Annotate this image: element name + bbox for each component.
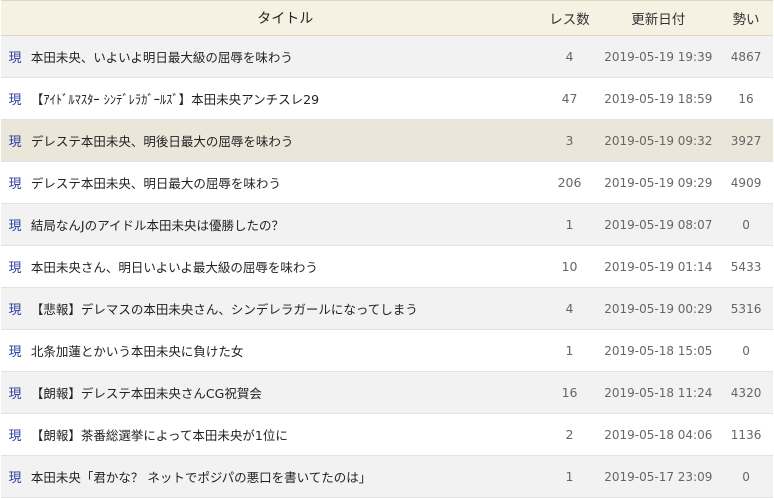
thread-res-count: 4	[565, 301, 574, 316]
thread-title-link[interactable]: 本田未央さん、明日いよいよ最大級の屈辱を味わう	[29, 257, 542, 276]
thread-title-link[interactable]: デレステ本田未央、明後日最大の屈辱を味わう	[29, 131, 542, 150]
thread-updated-date: 2019-05-19 09:29	[604, 175, 713, 190]
thread-row[interactable]: 現 デレステ本田未央、明日最大の屈辱を味わう 206 2019-05-19 09…	[1, 162, 773, 204]
thread-momentum: 4320	[730, 385, 762, 400]
thread-row[interactable]: 現 結局なんJのアイドル本田未央は優勝したの？ 1 2019-05-19 08:…	[1, 204, 773, 246]
thread-momentum: 4867	[730, 49, 762, 64]
thread-row[interactable]: 現 【朗報】デレステ本田未央さんCG祝賀会 16 2019-05-18 11:2…	[1, 372, 773, 414]
thread-title-link[interactable]: 北条加蓮とかいう本田未央に負けた女	[29, 341, 542, 360]
thread-momentum: 5433	[730, 259, 762, 274]
thread-res-count: 16	[561, 385, 578, 400]
thread-row[interactable]: 現 デレステ本田未央、明後日最大の屈辱を味わう 3 2019-05-19 09:…	[1, 120, 773, 162]
thread-momentum: 0	[742, 469, 750, 484]
thread-momentum: 0	[742, 343, 750, 358]
thread-row[interactable]: 現 北条加蓮とかいう本田未央に負けた女 1 2019-05-18 15:05 0	[1, 330, 773, 372]
thread-status-link[interactable]: 現	[1, 47, 29, 66]
thread-status-link[interactable]: 現	[1, 215, 29, 234]
thread-title-link[interactable]: 本田未央「君かな？ ネットでポジパの悪口を書いてたのは」	[29, 467, 542, 486]
thread-row[interactable]: 現 本田未央「君かな？ ネットでポジパの悪口を書いてたのは」 1 2019-05…	[1, 456, 773, 498]
header-updated[interactable]: 更新日付	[597, 8, 719, 28]
thread-updated-date: 2019-05-19 09:32	[604, 133, 713, 148]
thread-updated-date: 2019-05-19 01:14	[604, 259, 713, 274]
thread-updated-date: 2019-05-19 19:39	[604, 49, 713, 64]
thread-row[interactable]: 現 【朗報】茶番総選挙によって本田未央が1位に 2 2019-05-18 04:…	[1, 414, 773, 456]
thread-title-link[interactable]: デレステ本田未央、明日最大の屈辱を味わう	[29, 173, 542, 192]
thread-updated-date: 2019-05-18 15:05	[604, 343, 713, 358]
thread-row[interactable]: 現 本田未央、いよいよ明日最大級の屈辱を味わう 4 2019-05-19 19:…	[1, 36, 773, 78]
header-momentum[interactable]: 勢い	[719, 8, 773, 28]
thread-momentum: 16	[738, 91, 754, 106]
thread-status-link[interactable]: 現	[1, 341, 29, 360]
thread-res-count: 1	[565, 217, 574, 232]
thread-updated-date: 2019-05-17 23:09	[604, 469, 713, 484]
thread-res-count: 3	[565, 133, 574, 148]
thread-momentum: 5316	[730, 301, 762, 316]
thread-updated-date: 2019-05-18 11:24	[604, 385, 713, 400]
thread-updated-date: 2019-05-19 00:29	[604, 301, 713, 316]
thread-updated-date: 2019-05-19 18:59	[604, 91, 713, 106]
thread-list-table: タイトル レス数 更新日付 勢い 現 本田未央、いよいよ明日最大級の屈辱を味わう…	[1, 0, 773, 498]
thread-status-link[interactable]: 現	[1, 89, 29, 108]
thread-momentum: 3927	[730, 133, 762, 148]
header-title[interactable]: タイトル	[29, 8, 542, 28]
thread-momentum: 0	[742, 217, 750, 232]
thread-res-count: 47	[561, 91, 578, 106]
thread-status-link[interactable]: 現	[1, 425, 29, 444]
thread-title-link[interactable]: 【朗報】デレステ本田未央さんCG祝賀会	[29, 383, 542, 402]
thread-status-link[interactable]: 現	[1, 299, 29, 318]
table-header: タイトル レス数 更新日付 勢い	[1, 1, 773, 36]
thread-status-link[interactable]: 現	[1, 467, 29, 486]
thread-res-count: 4	[565, 49, 574, 64]
thread-status-link[interactable]: 現	[1, 383, 29, 402]
thread-title-link[interactable]: 【悲報】デレマスの本田未央さん、シンデレラガールになってしまう	[29, 299, 542, 318]
thread-res-count: 1	[565, 469, 574, 484]
thread-updated-date: 2019-05-19 08:07	[604, 217, 713, 232]
thread-res-count: 206	[557, 175, 582, 190]
thread-row[interactable]: 現 【ｱｲﾄﾞﾙﾏｽﾀｰ ｼﾝﾃﾞﾚﾗｶﾞｰﾙｽﾞ】本田未央アンチスレ29 47…	[1, 78, 773, 120]
thread-res-count: 10	[561, 259, 578, 274]
thread-title-link[interactable]: 【朗報】茶番総選挙によって本田未央が1位に	[29, 425, 542, 444]
thread-res-count: 1	[565, 343, 574, 358]
thread-updated-date: 2019-05-18 04:06	[604, 427, 713, 442]
thread-momentum: 4909	[730, 175, 762, 190]
thread-title-link[interactable]: 結局なんJのアイドル本田未央は優勝したの？	[29, 215, 542, 234]
thread-status-link[interactable]: 現	[1, 257, 29, 276]
thread-title-link[interactable]: 本田未央、いよいよ明日最大級の屈辱を味わう	[29, 47, 542, 66]
header-res-count[interactable]: レス数	[542, 8, 598, 28]
thread-res-count: 2	[565, 427, 574, 442]
thread-title-link[interactable]: 【ｱｲﾄﾞﾙﾏｽﾀｰ ｼﾝﾃﾞﾚﾗｶﾞｰﾙｽﾞ】本田未央アンチスレ29	[29, 89, 542, 108]
thread-row[interactable]: 現 【悲報】デレマスの本田未央さん、シンデレラガールになってしまう 4 2019…	[1, 288, 773, 330]
thread-row[interactable]: 現 本田未央さん、明日いよいよ最大級の屈辱を味わう 10 2019-05-19 …	[1, 246, 773, 288]
thread-status-link[interactable]: 現	[1, 173, 29, 192]
thread-momentum: 1136	[730, 427, 762, 442]
thread-status-link[interactable]: 現	[1, 131, 29, 150]
